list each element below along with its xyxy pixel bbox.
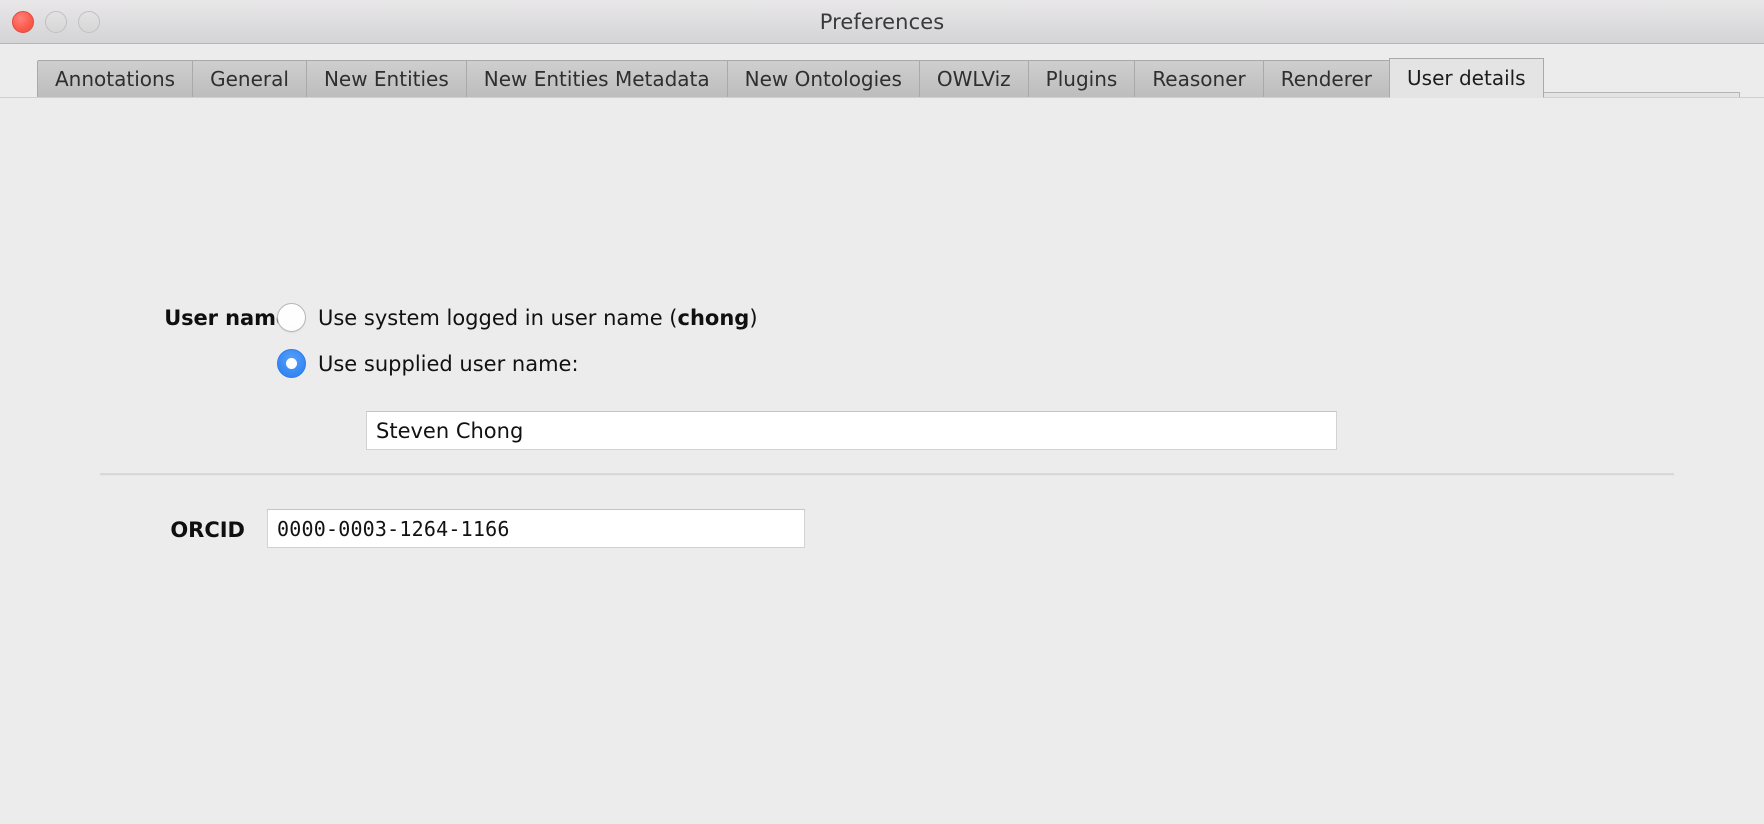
- radio-system-user-icon[interactable]: [277, 303, 306, 332]
- radio-system-user-text-before: Use system logged in user name (: [318, 305, 678, 330]
- radio-supplied-user-icon[interactable]: [277, 349, 306, 378]
- radio-supplied-user-label: Use supplied user name:: [318, 351, 579, 376]
- tab-user-details[interactable]: User details: [1389, 58, 1544, 98]
- tab-general[interactable]: General: [192, 60, 306, 98]
- user-details-panel: User name Use system logged in user name…: [0, 97, 1764, 824]
- tab-strip: Annotations General New Entities New Ent…: [37, 56, 1740, 98]
- traffic-light-group: [12, 10, 100, 33]
- section-divider: [100, 473, 1674, 476]
- tab-renderer[interactable]: Renderer: [1262, 60, 1390, 98]
- tab-reasoner[interactable]: Reasoner: [1134, 60, 1263, 98]
- user-name-input[interactable]: Steven Chong: [366, 411, 1337, 450]
- radio-option-supplied-user[interactable]: Use supplied user name:: [277, 349, 579, 378]
- user-name-label: User name: [164, 306, 290, 330]
- tab-strip-area: Annotations General New Entities New Ent…: [0, 44, 1764, 98]
- radio-system-user-label: Use system logged in user name (chong): [318, 306, 758, 330]
- window-title: Preferences: [819, 9, 945, 34]
- radio-system-user-text-after: ): [749, 305, 758, 330]
- close-window-button[interactable]: [12, 10, 34, 33]
- system-user-value: chong: [677, 305, 750, 330]
- orcid-label: ORCID: [170, 518, 245, 542]
- tab-new-ontologies[interactable]: New Ontologies: [726, 60, 919, 98]
- tab-annotations[interactable]: Annotations: [37, 60, 193, 98]
- minimize-window-button[interactable]: [45, 10, 67, 33]
- maximize-window-button[interactable]: [78, 10, 100, 33]
- orcid-input[interactable]: 0000-0003-1264-1166: [267, 509, 805, 548]
- tab-new-entities-metadata[interactable]: New Entities Metadata: [465, 60, 727, 98]
- tab-plugins[interactable]: Plugins: [1027, 60, 1135, 98]
- tab-owlviz[interactable]: OWLViz: [918, 60, 1028, 98]
- title-bar: Preferences: [0, 0, 1764, 44]
- radio-option-system-user[interactable]: Use system logged in user name (chong): [277, 303, 758, 332]
- tab-new-entities[interactable]: New Entities: [305, 60, 466, 98]
- preferences-window: Preferences Annotations General New Enti…: [0, 0, 1764, 824]
